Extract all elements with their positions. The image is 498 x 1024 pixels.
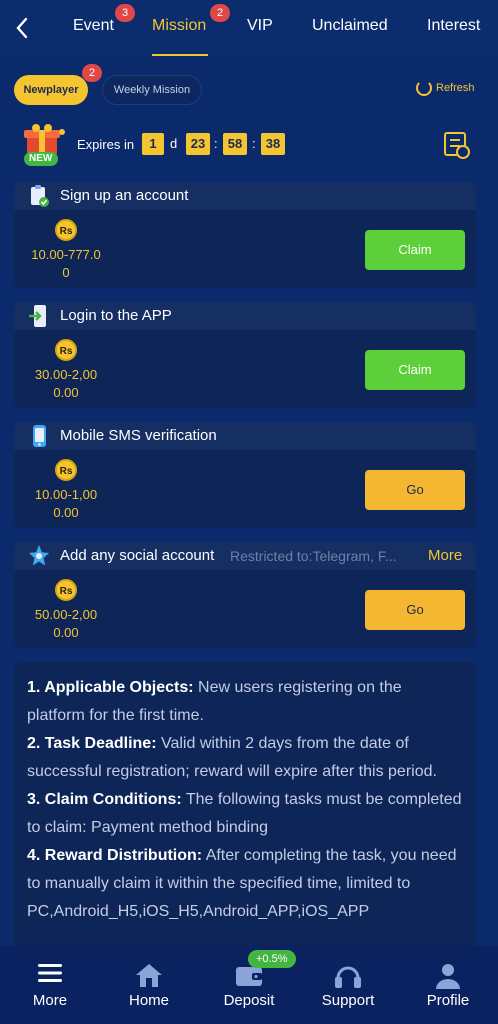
nav-more[interactable]: More [10, 946, 90, 1024]
countdown-sep: : [252, 136, 256, 151]
history-icon[interactable] [444, 132, 470, 159]
task-reward-range-cont: 0.00 [53, 385, 79, 400]
tab-vip[interactable]: VIP [247, 17, 273, 35]
top-nav: Event 3 Mission 2 VIP Unclaimed Interest [0, 0, 498, 58]
task-reward: 30.00-2,00 0.00 [21, 366, 111, 402]
rules-panel: 1. Applicable Objects: New users registe… [14, 662, 476, 962]
task-card-login: Login to the APP Rs 30.00-2,00 0.00 Clai… [14, 302, 476, 408]
home-icon [136, 964, 162, 987]
rule-item: 4. Reward Distribution: After completing… [27, 842, 462, 926]
nav-label: Home [128, 992, 169, 1009]
task-reward-range: 50.00-2,00 [34, 607, 98, 622]
subtab-newplayer[interactable]: Newplayer [14, 75, 88, 105]
rule-item: 3. Claim Conditions: The following tasks… [27, 786, 462, 842]
countdown-day-unit: d [170, 136, 178, 151]
rule-item: 1. Applicable Objects: New users registe… [27, 674, 462, 730]
more-link[interactable]: More [428, 547, 462, 564]
gift-badge-text: NEW [29, 153, 53, 164]
phone-sms-icon [33, 425, 46, 447]
task-title: Add any social account [60, 547, 215, 564]
tab-mission[interactable]: Mission [152, 17, 206, 35]
new-gift-icon: NEW [18, 122, 70, 168]
nav-profile[interactable]: Profile [408, 946, 488, 1024]
task-reward: 50.00-2,00 0.00 [21, 606, 111, 642]
task-reward-range-cont: 0 [62, 265, 70, 280]
rupee-coin-icon: Rs [55, 339, 77, 361]
task-reward: 10.00-777.0 0 [21, 246, 111, 282]
nav-home[interactable]: Home [109, 946, 189, 1024]
claim-button[interactable]: Claim [365, 230, 465, 270]
deposit-promo-badge: +0.5% [248, 950, 296, 968]
headset-icon [335, 966, 361, 988]
nav-label: More [32, 992, 68, 1009]
tab-unclaimed[interactable]: Unclaimed [312, 17, 388, 35]
task-card-sms: Mobile SMS verification Rs 10.00-1,00 0.… [14, 422, 476, 528]
task-reward-range-cont: 0.00 [53, 625, 79, 640]
nav-label: Deposit [223, 992, 275, 1009]
rule-heading: 4. Reward Distribution: [27, 847, 203, 864]
rule-heading: 1. Applicable Objects: [27, 679, 194, 696]
menu-icon [38, 964, 62, 982]
profile-icon [436, 964, 460, 989]
clipboard-check-icon [31, 185, 49, 207]
refresh-button[interactable]: Refresh [416, 80, 475, 96]
history-icon-line [450, 145, 460, 147]
rule-heading: 3. Claim Conditions: [27, 791, 182, 808]
refresh-label: Refresh [436, 82, 475, 94]
rupee-coin-icon: Rs [55, 219, 77, 241]
countdown-seconds: 38 [261, 133, 285, 155]
countdown-days: 1 [142, 133, 164, 155]
nav-support[interactable]: Support [308, 946, 388, 1024]
tab-interest[interactable]: Interest [427, 17, 480, 35]
task-title: Sign up an account [60, 187, 189, 204]
task-title: Mobile SMS verification [60, 427, 217, 444]
subtab-newplayer-badge: 2 [82, 64, 102, 82]
task-reward-range-cont: 0.00 [53, 505, 79, 520]
task-reward: 10.00-1,00 0.00 [21, 486, 111, 522]
countdown-minutes: 58 [223, 133, 247, 155]
tab-mission-badge: 2 [210, 4, 230, 22]
task-reward-range: 10.00-777.0 [31, 247, 101, 262]
chevron-left-icon [16, 17, 28, 39]
task-card-signup: Sign up an account Rs 10.00-777.0 0 Clai… [14, 182, 476, 288]
login-phone-icon [29, 305, 46, 327]
rupee-coin-icon: Rs [55, 579, 77, 601]
go-button[interactable]: Go [365, 470, 465, 510]
task-reward-range: 10.00-1,00 [34, 487, 98, 502]
tab-event[interactable]: Event [73, 17, 114, 35]
subtab-weekly-mission[interactable]: Weekly Mission [102, 75, 202, 105]
rule-item: 2. Task Deadline: Valid within 2 days fr… [27, 730, 462, 786]
history-icon-line [450, 139, 460, 141]
task-title: Login to the APP [60, 307, 172, 324]
task-reward-range: 30.00-2,00 [34, 367, 98, 382]
go-button[interactable]: Go [365, 590, 465, 630]
rule-heading: 2. Task Deadline: [27, 735, 157, 752]
expires-label: Expires in [77, 137, 135, 152]
rupee-coin-icon: Rs [55, 459, 77, 481]
nav-label: Support [321, 992, 375, 1009]
tab-event-badge: 3 [115, 4, 135, 22]
task-card-social: Add any social account Restricted to:Tel… [14, 542, 476, 648]
refresh-icon [416, 80, 432, 96]
active-tab-indicator [152, 54, 208, 56]
task-restriction: Restricted to:Telegram, F... [230, 548, 397, 564]
social-star-icon [29, 545, 49, 566]
nav-label: Profile [426, 992, 470, 1009]
countdown-hours: 23 [186, 133, 210, 155]
countdown-sep: : [214, 136, 218, 151]
back-button[interactable] [10, 14, 34, 42]
claim-button[interactable]: Claim [365, 350, 465, 390]
